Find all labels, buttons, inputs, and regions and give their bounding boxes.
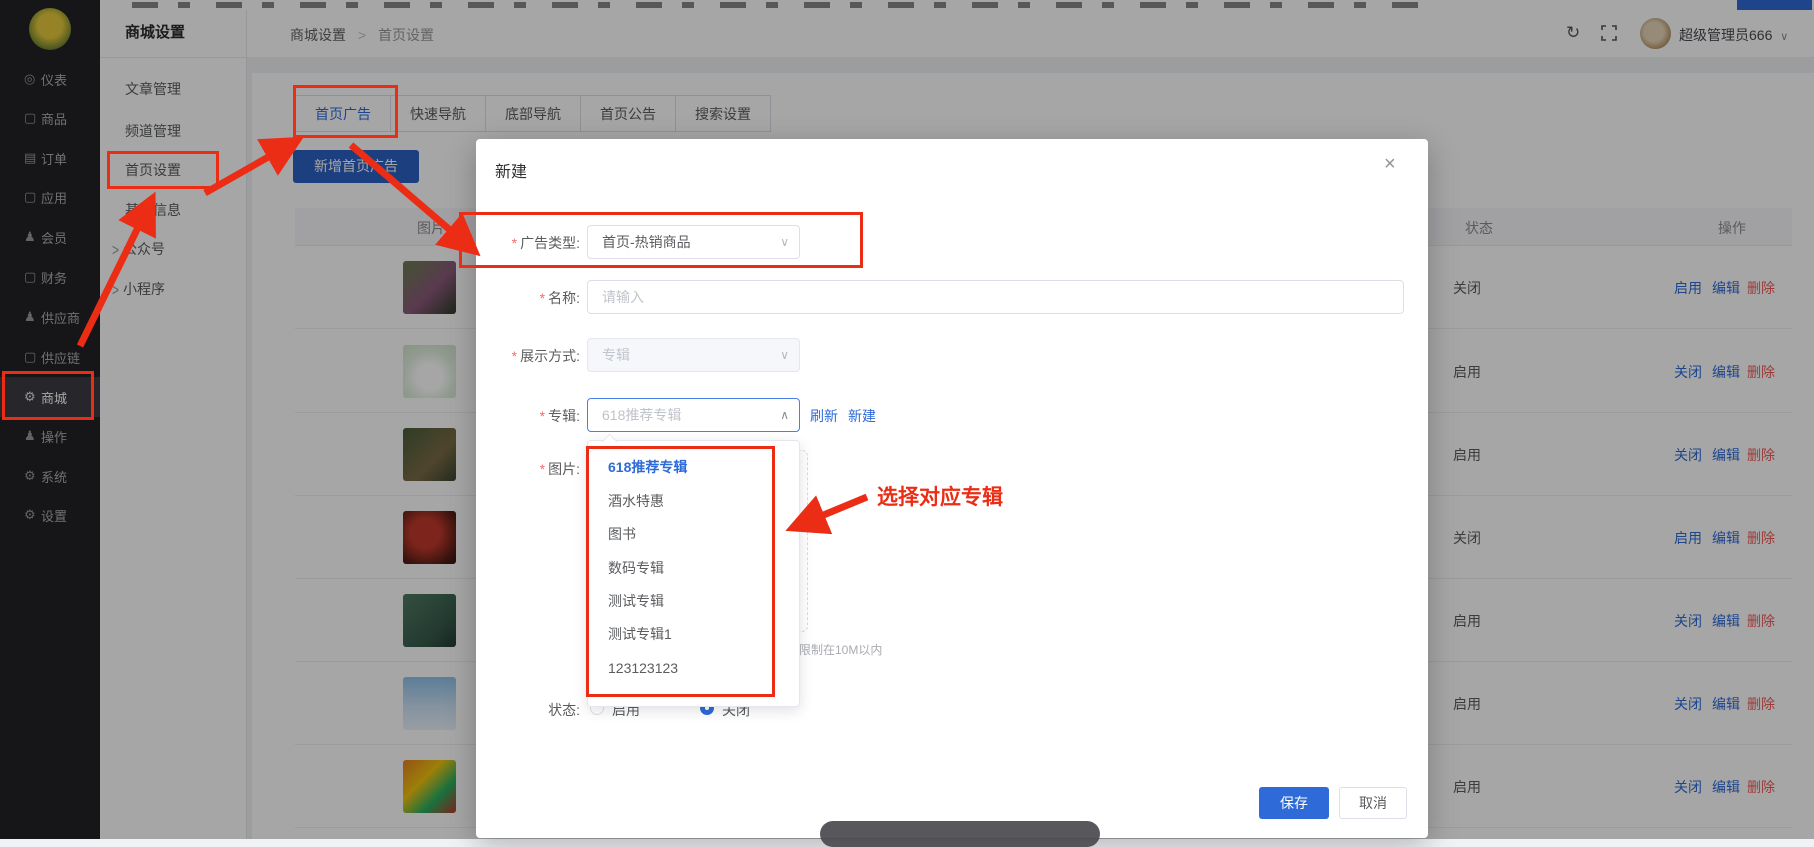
upload-hint: 限制在10M以内 (799, 641, 882, 658)
album-option[interactable]: 618推荐专辑 (588, 450, 799, 484)
chevron-down-icon: ∨ (780, 226, 789, 258)
chevron-down-icon: ∨ (780, 339, 789, 371)
field-label-text: 图片: (548, 461, 580, 477)
required-mark: * (540, 408, 545, 424)
display-mode-value: 专辑 (602, 347, 630, 363)
album-option[interactable]: 123123123 (588, 651, 799, 685)
save-button[interactable]: 保存 (1259, 787, 1329, 819)
album-dropdown-panel: 618推荐专辑 酒水特惠 图书 数码专辑 测试专辑 测试专辑1 12312312… (587, 440, 800, 707)
required-mark: * (512, 348, 517, 364)
display-mode-select: 专辑 ∨ (587, 338, 800, 372)
modal-title: 新建 (495, 158, 527, 182)
name-input[interactable] (587, 280, 1404, 314)
chevron-up-icon: ∧ (780, 399, 789, 431)
album-option[interactable]: 测试专辑 (588, 584, 799, 618)
album-refresh-link[interactable]: 刷新 (810, 406, 838, 426)
close-icon[interactable]: × (1384, 153, 1396, 176)
annotation-note: 选择对应专辑 (877, 481, 1003, 511)
ad-type-value: 首页-热销商品 (602, 234, 691, 250)
cancel-button[interactable]: 取消 (1339, 787, 1407, 819)
required-mark: * (540, 290, 545, 306)
field-label-text: 专辑: (548, 408, 580, 424)
required-mark: * (540, 461, 545, 477)
field-label-text: 名称: (548, 290, 580, 306)
album-label: *专辑: (476, 406, 580, 426)
ad-type-select[interactable]: 首页-热销商品 ∨ (587, 225, 800, 259)
display-mode-label: *展示方式: (476, 346, 580, 366)
field-label-text: 状态: (548, 702, 580, 718)
field-label-text: 广告类型: (520, 235, 580, 251)
bottom-scroll-pill[interactable] (820, 821, 1100, 847)
name-label: *名称: (476, 288, 580, 308)
image-label: *图片: (476, 459, 580, 479)
album-placeholder: 618推荐专辑 (602, 407, 681, 423)
field-label-text: 展示方式: (520, 348, 580, 364)
album-option[interactable]: 数码专辑 (588, 551, 799, 585)
album-select[interactable]: 618推荐专辑 ∧ (587, 398, 800, 432)
album-option[interactable]: 测试专辑1 (588, 617, 799, 651)
album-create-link[interactable]: 新建 (848, 406, 876, 426)
ad-type-label: *广告类型: (476, 233, 580, 253)
status-label: 状态: (476, 700, 580, 720)
album-option[interactable]: 图书 (588, 517, 799, 551)
album-option[interactable]: 酒水特惠 (588, 484, 799, 518)
required-mark: * (512, 235, 517, 251)
